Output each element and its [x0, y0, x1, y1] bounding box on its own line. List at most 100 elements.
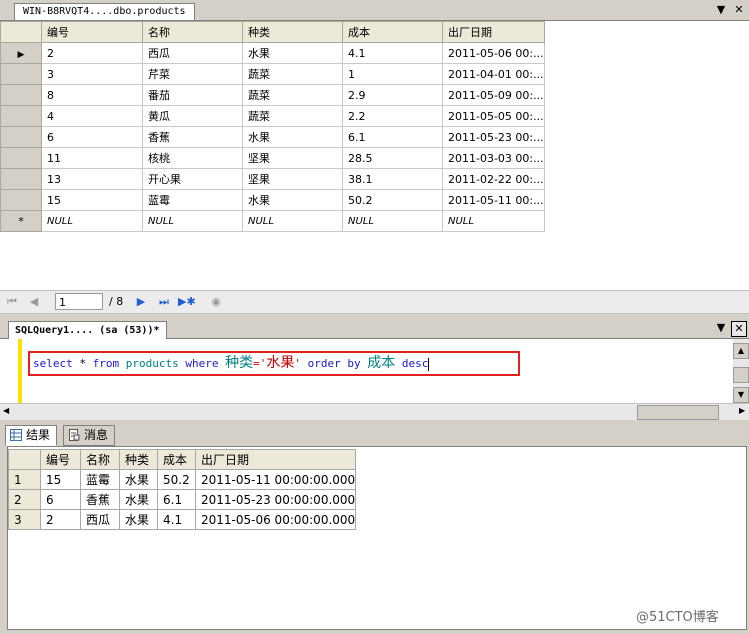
row-number[interactable]: 3	[8, 509, 41, 530]
row-selector[interactable]	[0, 168, 42, 190]
table-row[interactable]: 4 黄瓜 蔬菜 2.2 2011-05-05 00:...	[0, 105, 545, 127]
result-column-header-kind[interactable]: 种类	[119, 449, 158, 470]
cell[interactable]: 2011-05-11 00:00:00.000	[194, 469, 357, 490]
row-selector[interactable]	[0, 105, 42, 127]
scroll-thumb[interactable]	[733, 367, 749, 383]
table-row[interactable]: 15 蓝霉 水果 50.2 2011-05-11 00:...	[0, 189, 545, 211]
new-row-marker[interactable]: *	[0, 210, 42, 232]
tab-results[interactable]: 结果	[5, 425, 58, 446]
cell[interactable]: 水果	[119, 489, 158, 510]
null-cell[interactable]: NULL	[442, 210, 545, 232]
close-tab-icon[interactable]: ✕	[732, 3, 746, 17]
result-column-header-cost[interactable]: 成本	[157, 449, 196, 470]
cell[interactable]: 香蕉	[142, 126, 243, 148]
table-row[interactable]: 3 芹菜 蔬菜 1 2011-04-01 00:...	[0, 63, 545, 85]
cell[interactable]: 50.2	[342, 189, 443, 211]
cell[interactable]: 4	[41, 105, 143, 127]
row-number[interactable]: 2	[8, 489, 41, 510]
cell[interactable]: 2.9	[342, 84, 443, 106]
scroll-down-icon[interactable]: ▼	[733, 387, 749, 403]
close-query-icon[interactable]: ✕	[731, 321, 747, 337]
cell[interactable]: 2011-05-23 00:...	[442, 126, 545, 148]
cell[interactable]: 坚果	[242, 168, 343, 190]
cell[interactable]: 2011-05-06 00:00:00.000	[194, 509, 357, 530]
cell[interactable]: 黄瓜	[142, 105, 243, 127]
table-row[interactable]: 11 核桃 坚果 28.5 2011-03-03 00:...	[0, 147, 545, 169]
cell[interactable]: 蔬菜	[242, 84, 343, 106]
result-column-header-name[interactable]: 名称	[80, 449, 120, 470]
cell[interactable]: 坚果	[242, 147, 343, 169]
cell[interactable]: 核桃	[142, 147, 243, 169]
null-cell[interactable]: NULL	[41, 210, 143, 232]
cell[interactable]: 6.1	[342, 126, 443, 148]
cell[interactable]: 50.2	[157, 469, 196, 490]
last-record-icon[interactable]: ⏭	[157, 295, 171, 309]
new-record-icon[interactable]: ▶✱	[178, 295, 196, 309]
cell[interactable]: 4.1	[342, 42, 443, 64]
cell[interactable]: 2011-05-23 00:00:00.000	[194, 489, 357, 510]
cell[interactable]: 38.1	[342, 168, 443, 190]
cell[interactable]: 水果	[242, 126, 343, 148]
tab-list-dropdown-icon[interactable]: ▼	[714, 3, 728, 17]
cell[interactable]: 西瓜	[142, 42, 243, 64]
cell[interactable]: 蔬菜	[242, 105, 343, 127]
cell[interactable]: 28.5	[342, 147, 443, 169]
cell[interactable]: 6	[40, 489, 81, 510]
row-selector[interactable]	[0, 63, 42, 85]
cell[interactable]: 13	[41, 168, 143, 190]
cell[interactable]: 香蕉	[80, 489, 120, 510]
cell[interactable]: 番茄	[142, 84, 243, 106]
cell[interactable]: 8	[41, 84, 143, 106]
cell[interactable]: 1	[342, 63, 443, 85]
cell[interactable]: 2.2	[342, 105, 443, 127]
table-row[interactable]: 8 番茄 蔬菜 2.9 2011-05-09 00:...	[0, 84, 545, 106]
column-header-id[interactable]: 编号	[41, 21, 143, 43]
cell[interactable]: 2011-03-03 00:...	[442, 147, 545, 169]
cell[interactable]: 2	[40, 509, 81, 530]
column-header-kind[interactable]: 种类	[242, 21, 343, 43]
cell[interactable]: 3	[41, 63, 143, 85]
result-column-header-date[interactable]: 出厂日期	[194, 449, 357, 470]
cell[interactable]: 2011-04-01 00:...	[442, 63, 545, 85]
cell[interactable]: 开心果	[142, 168, 243, 190]
scroll-up-icon[interactable]: ▲	[733, 343, 749, 359]
editor-horizontal-scrollbar[interactable]: ◀ ▶	[0, 403, 749, 420]
scroll-left-icon[interactable]: ◀	[3, 406, 9, 415]
cell[interactable]: 蓝霉	[142, 189, 243, 211]
editor-vertical-scrollbar[interactable]: ▲ ▼	[733, 339, 749, 403]
next-record-icon[interactable]: ▶	[134, 295, 148, 309]
row-selector[interactable]	[0, 84, 42, 106]
cell[interactable]: 15	[40, 469, 81, 490]
table-row[interactable]: ▶ 2 西瓜 水果 4.1 2011-05-06 00:...	[0, 42, 545, 64]
row-selector[interactable]: ▶	[0, 42, 42, 64]
result-column-header-id[interactable]: 编号	[40, 449, 81, 470]
table-row[interactable]: 3 2 西瓜 水果 4.1 2011-05-06 00:00:00.000	[8, 509, 357, 530]
null-cell[interactable]: NULL	[342, 210, 443, 232]
document-tab-products[interactable]: WIN-B8RVQT4....dbo.products	[14, 3, 195, 20]
cell[interactable]: 水果	[242, 42, 343, 64]
table-row[interactable]: 13 开心果 坚果 38.1 2011-02-22 00:...	[0, 168, 545, 190]
first-record-icon[interactable]: ⏮	[5, 295, 19, 309]
null-cell[interactable]: NULL	[242, 210, 343, 232]
row-number-header[interactable]	[8, 449, 41, 470]
query-tab[interactable]: SQLQuery1.... (sa (53))*	[8, 321, 167, 339]
cell[interactable]: 2011-05-06 00:...	[442, 42, 545, 64]
cell[interactable]: 蔬菜	[242, 63, 343, 85]
cell[interactable]: 2011-05-11 00:...	[442, 189, 545, 211]
table-row[interactable]: 1 15 蓝霉 水果 50.2 2011-05-11 00:00:00.000	[8, 469, 357, 490]
stop-icon[interactable]: ◉	[209, 295, 223, 309]
cell[interactable]: 水果	[242, 189, 343, 211]
sql-query-text[interactable]: select * from products where 种类='水果' ord…	[33, 355, 430, 372]
previous-record-icon[interactable]: ◀	[27, 295, 41, 309]
cell[interactable]: 2011-05-05 00:...	[442, 105, 545, 127]
cell[interactable]: 4.1	[157, 509, 196, 530]
row-selector[interactable]	[0, 189, 42, 211]
cell[interactable]: 2011-02-22 00:...	[442, 168, 545, 190]
table-row[interactable]: 2 6 香蕉 水果 6.1 2011-05-23 00:00:00.000	[8, 489, 357, 510]
null-cell[interactable]: NULL	[142, 210, 243, 232]
row-number[interactable]: 1	[8, 469, 41, 490]
column-header-cost[interactable]: 成本	[342, 21, 443, 43]
tab-messages[interactable]: 消息	[63, 425, 116, 446]
row-selector[interactable]	[0, 147, 42, 169]
scroll-right-icon[interactable]: ▶	[739, 406, 745, 415]
